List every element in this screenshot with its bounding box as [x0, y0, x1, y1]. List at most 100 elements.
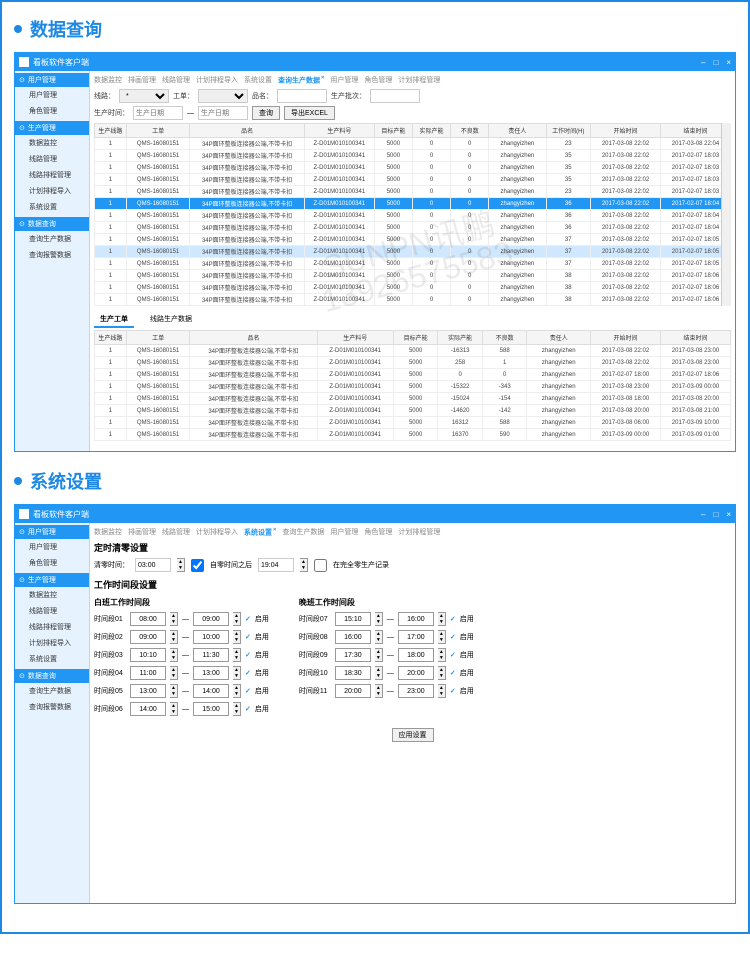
- tab[interactable]: 查询生产数据×: [278, 75, 324, 85]
- time-spinner[interactable]: ▲▼: [233, 648, 241, 662]
- time-from-input[interactable]: [130, 630, 166, 644]
- time-spinner[interactable]: ▲▼: [375, 684, 383, 698]
- date-from-input[interactable]: [133, 106, 183, 120]
- table-row[interactable]: 1QMS-1608015134P面环整板连接器公端,不带卡扣Z-D01M0101…: [95, 174, 731, 186]
- time-to-input[interactable]: [193, 630, 229, 644]
- time-to-input[interactable]: [193, 684, 229, 698]
- time-to-input[interactable]: [398, 612, 434, 626]
- tab[interactable]: 角色管理: [364, 75, 392, 85]
- column-header[interactable]: 目标产能: [374, 124, 412, 138]
- table-row[interactable]: 1QMS-1608015134P面环整板连接器公端,不带卡扣Z-D01M0101…: [95, 429, 731, 441]
- time-to-input[interactable]: [193, 612, 229, 626]
- full-clear-checkbox[interactable]: [314, 559, 327, 572]
- table-row[interactable]: 1QMS-1608015134P面环整板连接器公端,不带卡扣Z-D01M0101…: [95, 162, 731, 174]
- time-from-input[interactable]: [335, 648, 371, 662]
- time-to-input[interactable]: [398, 630, 434, 644]
- table-row[interactable]: 1QMS-1608015134P面环整板连接器公端,不带卡扣Z-D01M0101…: [95, 150, 731, 162]
- tab[interactable]: 计划排程导入: [196, 527, 238, 537]
- maximize-button[interactable]: □: [713, 510, 718, 519]
- product-input[interactable]: [277, 89, 327, 103]
- tab[interactable]: 计划排程管理: [398, 527, 440, 537]
- sidebar-item[interactable]: 线路排程管理: [15, 167, 89, 183]
- time-spinner[interactable]: ▲▼: [375, 612, 383, 626]
- column-header[interactable]: 不良数: [482, 331, 527, 345]
- column-header[interactable]: 生产料号: [304, 124, 374, 138]
- date-to-input[interactable]: [198, 106, 248, 120]
- sidebar-group-header[interactable]: 数据查询: [15, 217, 89, 231]
- column-header[interactable]: 开始时间: [591, 124, 661, 138]
- sidebar-item[interactable]: 系统设置: [15, 199, 89, 215]
- minimize-button[interactable]: –: [701, 510, 705, 519]
- time-from-input[interactable]: [335, 612, 371, 626]
- sidebar-group-header[interactable]: 生产管理: [15, 121, 89, 135]
- tab[interactable]: 排画管理: [128, 75, 156, 85]
- sidebar-item[interactable]: 用户管理: [15, 539, 89, 555]
- time-spinner[interactable]: ▲▼: [170, 684, 178, 698]
- minimize-button[interactable]: –: [701, 58, 705, 67]
- time-spinner[interactable]: ▲▼: [233, 612, 241, 626]
- auto-clear-time-input[interactable]: [258, 558, 294, 572]
- time-spinner[interactable]: ▲▼: [170, 648, 178, 662]
- time-spinner[interactable]: ▲▼: [170, 612, 178, 626]
- time-spinner[interactable]: ▲▼: [438, 666, 446, 680]
- column-header[interactable]: 实际产能: [412, 124, 450, 138]
- column-header[interactable]: 生产线路: [95, 331, 127, 345]
- time-spinner[interactable]: ▲▼: [438, 612, 446, 626]
- time-from-input[interactable]: [335, 684, 371, 698]
- time-to-input[interactable]: [398, 648, 434, 662]
- sidebar-item[interactable]: 线路管理: [15, 603, 89, 619]
- time-spinner[interactable]: ▲▼: [375, 630, 383, 644]
- tab[interactable]: 计划排程管理: [398, 75, 440, 85]
- time-from-input[interactable]: [130, 702, 166, 716]
- column-header[interactable]: 责任人: [489, 124, 546, 138]
- tab[interactable]: 用户管理: [330, 75, 358, 85]
- column-header[interactable]: 结束时间: [660, 331, 730, 345]
- column-header[interactable]: 实际产能: [438, 331, 483, 345]
- tab[interactable]: 线路管理: [162, 75, 190, 85]
- table-row[interactable]: 1QMS-1608015134P面环整板连接器公端,不带卡扣Z-D01M0101…: [95, 222, 731, 234]
- sidebar-item[interactable]: 角色管理: [15, 103, 89, 119]
- column-header[interactable]: 生产料号: [317, 331, 393, 345]
- table-row[interactable]: 1QMS-1608015134P面环整板连接器公端,不带卡扣Z-D01M0101…: [95, 369, 731, 381]
- sidebar-item[interactable]: 数据监控: [15, 587, 89, 603]
- tab[interactable]: 用户管理: [330, 527, 358, 537]
- tab[interactable]: 计划排程导入: [196, 75, 238, 85]
- table-row[interactable]: 1QMS-1608015134P面环整板连接器公端,不带卡扣Z-D01M0101…: [95, 417, 731, 429]
- maximize-button[interactable]: □: [713, 58, 718, 67]
- time-to-input[interactable]: [398, 684, 434, 698]
- scrollbar[interactable]: [721, 123, 731, 306]
- time-from-input[interactable]: [130, 684, 166, 698]
- time-spinner[interactable]: ▲▼: [233, 684, 241, 698]
- time-spinner[interactable]: ▲▼: [300, 558, 308, 572]
- tab[interactable]: 角色管理: [364, 527, 392, 537]
- export-button[interactable]: 导出EXCEL: [284, 106, 335, 120]
- table-row[interactable]: 1QMS-1608015134P面环整板连接器公端,不带卡扣Z-D01M0101…: [95, 234, 731, 246]
- tab[interactable]: 查询生产数据: [282, 527, 324, 537]
- time-spinner[interactable]: ▲▼: [170, 702, 178, 716]
- table-row[interactable]: 1QMS-1608015134P面环整板连接器公端,不带卡扣Z-D01M0101…: [95, 345, 731, 357]
- time-spinner[interactable]: ▲▼: [170, 630, 178, 644]
- table-row[interactable]: 1QMS-1608015134P面环整板连接器公端,不带卡扣Z-D01M0101…: [95, 138, 731, 150]
- plan-input[interactable]: [370, 89, 420, 103]
- table-row[interactable]: 1QMS-1608015134P面环整板连接器公端,不带卡扣Z-D01M0101…: [95, 282, 731, 294]
- table-row[interactable]: 1QMS-1608015134P面环整板连接器公端,不带卡扣Z-D01M0101…: [95, 186, 731, 198]
- table-row[interactable]: 1QMS-1608015134P面环整板连接器公端,不带卡扣Z-D01M0101…: [95, 405, 731, 417]
- time-from-input[interactable]: [130, 612, 166, 626]
- sidebar-item[interactable]: 线路管理: [15, 151, 89, 167]
- tab[interactable]: 系统设置: [244, 75, 272, 85]
- column-header[interactable]: 结束时间: [660, 124, 730, 138]
- table-row[interactable]: 1QMS-1608015134P面环整板连接器公端,不带卡扣Z-D01M0101…: [95, 210, 731, 222]
- sidebar-item[interactable]: 查询报警数据: [15, 699, 89, 715]
- column-header[interactable]: 工单: [126, 124, 190, 138]
- table-row[interactable]: 1QMS-1608015134P面环整板连接器公端,不带卡扣Z-D01M0101…: [95, 258, 731, 270]
- column-header[interactable]: 品名: [190, 124, 304, 138]
- tab[interactable]: 数据监控: [94, 527, 122, 537]
- time-to-input[interactable]: [193, 702, 229, 716]
- sidebar-item[interactable]: 数据监控: [15, 135, 89, 151]
- sidebar-group-header[interactable]: 生产管理: [15, 573, 89, 587]
- table-row[interactable]: 1QMS-1608015134P面环整板连接器公端,不带卡扣Z-D01M0101…: [95, 270, 731, 282]
- sidebar-item[interactable]: 计划排程导入: [15, 635, 89, 651]
- sidebar-item[interactable]: 查询生产数据: [15, 231, 89, 247]
- time-spinner[interactable]: ▲▼: [438, 630, 446, 644]
- column-header[interactable]: 生产线路: [95, 124, 127, 138]
